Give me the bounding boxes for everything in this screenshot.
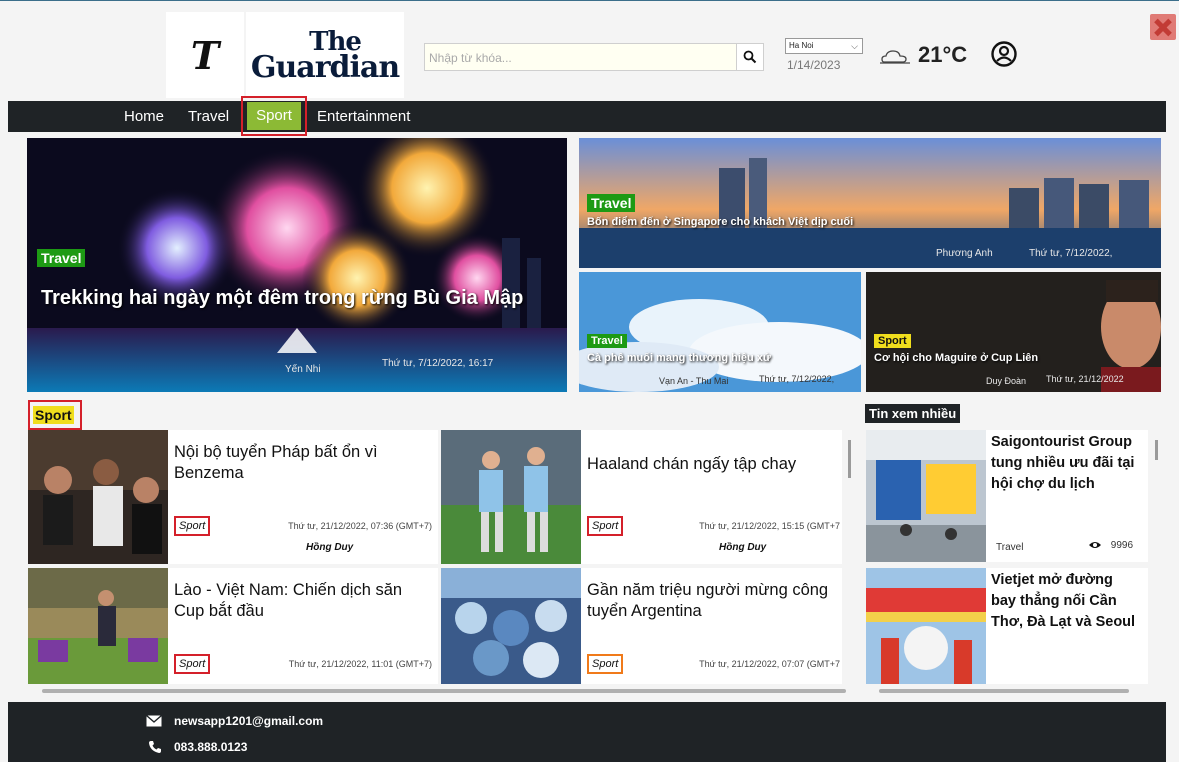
- hero-bottom-right-card[interactable]: Sport Cơ hội cho Maguire ở Cup Liên Duy …: [866, 272, 1161, 392]
- hero-top-right-date: Thứ tư, 7/12/2022,: [1029, 248, 1113, 259]
- most-viewed-heading: Tin xem nhiều: [865, 404, 961, 423]
- hero-bottom-left-author: Vạn An - Thu Mai: [659, 376, 729, 386]
- article-category-badge[interactable]: Sport: [174, 516, 211, 536]
- logo-wordmark[interactable]: The Guardian: [246, 12, 404, 98]
- nav-item-entertainment[interactable]: Entertainment: [317, 108, 410, 125]
- hero-main-tag[interactable]: Travel: [37, 249, 86, 267]
- hero-top-right-author: Phương Anh: [936, 248, 993, 259]
- current-date: 1/14/2023: [787, 58, 841, 72]
- hero-bottom-left-date: Thứ tư, 7/12/2022,: [759, 374, 835, 384]
- article-thumbnail: [441, 430, 581, 564]
- article-category-badge[interactable]: Sport: [587, 516, 624, 536]
- mail-icon: [146, 715, 162, 727]
- most-viewed-views: 9996: [1088, 540, 1133, 551]
- hero-main-title[interactable]: Trekking hai ngày một đêm trong rừng Bù …: [41, 284, 561, 312]
- most-viewed-item[interactable]: Vietjet mở đường bay thẳng nối Cần Thơ, …: [866, 568, 1148, 684]
- hero-main-author: Yến Nhi: [285, 364, 321, 375]
- nav-item-travel[interactable]: Travel: [188, 108, 229, 125]
- hero-top-right-title[interactable]: Bốn điểm đến ở Singapore cho khách Việt …: [587, 216, 1147, 228]
- nav-item-sport-label: Sport: [247, 102, 301, 130]
- article-card[interactable]: Lào - Việt Nam: Chiến dịch săn Cup bắt đ…: [28, 568, 438, 684]
- temperature: 21°C: [918, 42, 968, 67]
- most-viewed-title[interactable]: Saigontourist Group tung nhiều ưu đãi tạ…: [991, 432, 1141, 495]
- hero-bottom-left-title[interactable]: Cà phê muối mang thương hiệu xứ: [587, 352, 857, 364]
- hero-bottom-right-author: Duy Đoàn: [986, 376, 1027, 386]
- logo-line-2: Guardian: [250, 50, 400, 85]
- hero-main-card[interactable]: Travel Trekking hai ngày một đêm trong r…: [27, 138, 567, 392]
- fireworks-image: [27, 138, 567, 392]
- article-date: Thứ tư, 21/12/2022, 11:01 (GMT+7): [288, 659, 432, 669]
- most-viewed-view-count: 9996: [1110, 540, 1134, 551]
- nav-item-home[interactable]: Home: [124, 108, 164, 125]
- article-author: Hồng Duy: [306, 542, 354, 553]
- most-viewed-scrollbar-horizontal[interactable]: [879, 689, 1129, 693]
- hero-bottom-right-tag[interactable]: Sport: [874, 334, 911, 348]
- account-icon[interactable]: [990, 40, 1018, 68]
- footer: newsapp1201@gmail.com 083.888.0123: [8, 702, 1166, 762]
- logo-mark[interactable]: T: [166, 12, 244, 98]
- city-select[interactable]: Ha Noi ⌵: [785, 38, 863, 54]
- hero-bottom-right-date: Thứ tư, 21/12/2022: [1046, 374, 1124, 384]
- nav-item-sport[interactable]: Sport: [241, 96, 307, 136]
- sport-section-label: Sport: [33, 406, 74, 424]
- chevron-down-icon: ⌵: [851, 41, 858, 51]
- article-title[interactable]: Gần năm triệu người mừng công tuyển Arge…: [587, 580, 845, 622]
- most-viewed-thumbnail: [866, 568, 986, 684]
- most-viewed-item[interactable]: Saigontourist Group tung nhiều ưu đãi tạ…: [866, 430, 1148, 562]
- hero-top-right-card[interactable]: Travel Bốn điểm đến ở Singapore cho khác…: [579, 138, 1161, 268]
- close-button[interactable]: [1150, 14, 1176, 40]
- most-viewed-scrollbar-vertical[interactable]: [1155, 440, 1158, 460]
- article-card[interactable]: Haaland chán ngấy tập chay Sport Thứ tư,…: [441, 430, 842, 564]
- article-date: Thứ tư, 21/12/2022, 07:36 (GMT+7): [288, 521, 432, 531]
- phone-icon: [149, 741, 161, 753]
- footer-email[interactable]: newsapp1201@gmail.com: [174, 714, 323, 728]
- search-bar: [424, 43, 764, 71]
- hero-bottom-right-title[interactable]: Cơ hội cho Maguire ở Cup Liên: [874, 352, 1154, 364]
- search-input[interactable]: [429, 48, 729, 68]
- eye-icon: [1089, 542, 1101, 549]
- cloud-icon: [880, 50, 910, 64]
- search-icon: [743, 50, 757, 64]
- article-author: Hồng Duy: [719, 542, 767, 553]
- articles-scrollbar-horizontal[interactable]: [42, 689, 846, 693]
- city-select-value: Ha Noi: [789, 41, 814, 50]
- main-nav: Home Travel Entertainment: [8, 101, 1166, 132]
- most-viewed-thumbnail: [866, 430, 986, 562]
- hero-main-date: Thứ tư, 7/12/2022, 16:17: [382, 358, 494, 369]
- article-category-badge[interactable]: Sport: [174, 654, 211, 674]
- sport-section-heading[interactable]: Sport: [28, 400, 82, 430]
- article-title[interactable]: Haaland chán ngấy tập chay: [587, 454, 845, 475]
- article-category-badge[interactable]: Sport: [587, 654, 624, 674]
- article-thumbnail: [28, 430, 168, 564]
- hero-bottom-left-tag[interactable]: Travel: [587, 334, 627, 348]
- article-title[interactable]: Lào - Việt Nam: Chiến dịch săn Cup bắt đ…: [174, 580, 432, 622]
- hero-bottom-left-card[interactable]: Travel Cà phê muối mang thương hiệu xứ V…: [579, 272, 861, 392]
- most-viewed-category[interactable]: Travel: [996, 542, 1023, 553]
- article-card[interactable]: Gần năm triệu người mừng công tuyển Arge…: [441, 568, 842, 684]
- most-viewed-title[interactable]: Vietjet mở đường bay thẳng nối Cần Thơ, …: [991, 570, 1141, 633]
- article-card[interactable]: Nội bộ tuyển Pháp bất ổn vì Benzema Spor…: [28, 430, 438, 564]
- logo-t-text: T: [190, 32, 220, 78]
- article-thumbnail: [28, 568, 168, 684]
- article-thumbnail: [441, 568, 581, 684]
- articles-scrollbar-vertical[interactable]: [848, 440, 851, 478]
- article-title[interactable]: Nội bộ tuyển Pháp bất ổn vì Benzema: [174, 442, 432, 484]
- hero-top-right-tag[interactable]: Travel: [587, 194, 636, 212]
- article-date: Thứ tư, 21/12/2022, 15:15 (GMT+7: [699, 521, 840, 531]
- footer-phone[interactable]: 083.888.0123: [174, 740, 247, 754]
- search-button[interactable]: [736, 44, 763, 70]
- article-date: Thứ tư, 21/12/2022, 07:07 (GMT+7: [699, 659, 840, 669]
